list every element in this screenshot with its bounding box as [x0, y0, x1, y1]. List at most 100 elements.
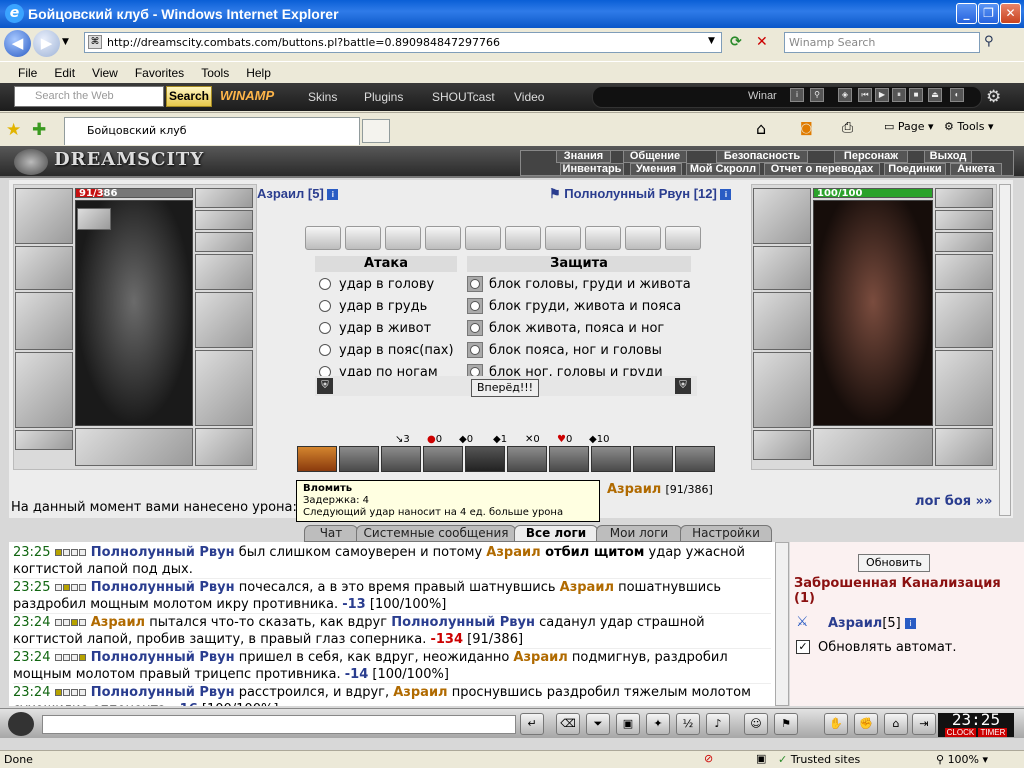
- tab-system[interactable]: Системные сообщения: [356, 525, 516, 542]
- defense-4[interactable]: блок пояса, ног и головы: [467, 340, 697, 360]
- amulet-slot[interactable]: [195, 188, 253, 208]
- attack-belly[interactable]: удар в живот: [319, 318, 469, 338]
- online-user[interactable]: Азраил[5] i: [828, 616, 916, 631]
- scroll-slot-4[interactable]: [425, 226, 461, 250]
- tools-menu[interactable]: ⚙ Tools ▾: [944, 120, 994, 133]
- leggings-slot[interactable]: [195, 350, 253, 426]
- defense-1[interactable]: блок головы, груди и живота: [467, 274, 697, 294]
- log-scrollbar[interactable]: [775, 542, 789, 706]
- smiley-icon[interactable]: ☺: [744, 713, 768, 735]
- winamp-menu-plugins[interactable]: Plugins: [364, 90, 403, 104]
- attack-belly-radio[interactable]: [319, 322, 331, 334]
- bracers-slot[interactable]: [15, 246, 73, 290]
- nav-skills[interactable]: Умения: [630, 163, 682, 176]
- search-icon[interactable]: ⚲: [984, 34, 1006, 52]
- enemy-amulet-slot[interactable]: [935, 188, 993, 208]
- skill-10[interactable]: [675, 446, 715, 472]
- hand-icon[interactable]: ✋: [824, 713, 848, 735]
- shop-icon[interactable]: ⌂: [884, 713, 908, 735]
- speaker-icon[interactable]: [8, 712, 34, 736]
- pause-icon[interactable]: ⏸: [892, 88, 906, 102]
- translit-icon[interactable]: ½: [676, 713, 700, 735]
- filter-icon[interactable]: ⏷: [586, 713, 610, 735]
- skill-1[interactable]: [297, 446, 337, 472]
- enemy-pocket-slots[interactable]: [813, 428, 933, 466]
- winamp-menu-shoutcast[interactable]: SHOUTcast: [432, 90, 495, 104]
- minimize-button[interactable]: _: [956, 3, 977, 24]
- boots-slot[interactable]: [195, 428, 253, 466]
- sound-icon[interactable]: ♪: [706, 713, 730, 735]
- address-bar[interactable]: http://dreamscity.combats.com/buttons.pl…: [84, 32, 722, 53]
- play-icon[interactable]: ▶: [875, 88, 889, 102]
- scroll-slot-2[interactable]: [345, 226, 381, 250]
- attack-head-radio[interactable]: [319, 278, 331, 290]
- eject-icon[interactable]: ⏏: [928, 88, 942, 102]
- nav-fights[interactable]: Поединки: [884, 163, 946, 176]
- nav-profile[interactable]: Анкета: [950, 163, 1002, 176]
- page-menu[interactable]: ▭ Page ▾: [884, 120, 934, 133]
- enemy-belt-slot[interactable]: [753, 430, 811, 460]
- nav-communication[interactable]: Общение: [623, 150, 687, 163]
- helmet-slot[interactable]: [15, 188, 73, 244]
- nav-character[interactable]: Персонаж: [834, 150, 908, 163]
- log-player-name[interactable]: Азраил: [393, 685, 447, 700]
- log-timestamp[interactable]: 23:25: [13, 580, 55, 595]
- log-player-name[interactable]: Азраил: [513, 650, 567, 665]
- rss-icon[interactable]: ◙: [800, 121, 813, 136]
- nav-security[interactable]: Безопасность: [716, 150, 808, 163]
- nav-inventory[interactable]: Инвентарь: [560, 163, 624, 176]
- online-user-info-icon[interactable]: i: [904, 618, 916, 629]
- log-player-name[interactable]: Полнолунный Рвун: [91, 580, 235, 595]
- player-name[interactable]: Азраил [5] i: [257, 186, 339, 201]
- volume-icon[interactable]: ◈: [838, 88, 852, 102]
- attack-chest-radio[interactable]: [319, 300, 331, 312]
- scroll-slot-6[interactable]: [505, 226, 541, 250]
- log-timestamp[interactable]: 23:25: [13, 545, 55, 560]
- armor-slot[interactable]: [15, 352, 73, 428]
- tab-all-logs[interactable]: Все логи: [514, 525, 598, 542]
- menu-help[interactable]: Help: [246, 66, 271, 80]
- back-button[interactable]: ◀: [4, 30, 31, 57]
- log-player-name[interactable]: Азраил: [91, 615, 145, 630]
- winamp-menu-skins[interactable]: Skins: [308, 90, 337, 104]
- close-button[interactable]: ✕: [1000, 3, 1021, 24]
- favorites-star-icon[interactable]: ★: [6, 120, 21, 140]
- content-scrollbar[interactable]: [999, 184, 1011, 516]
- eraser-icon[interactable]: ⌫: [556, 713, 580, 735]
- skill-3[interactable]: [381, 446, 421, 472]
- skill-6[interactable]: [507, 446, 547, 472]
- log-timestamp[interactable]: 23:24: [13, 650, 55, 665]
- battle-log-link[interactable]: лог боя »»: [915, 494, 992, 509]
- player-info-icon[interactable]: i: [327, 189, 339, 201]
- enemy-armor-slot[interactable]: [753, 352, 811, 428]
- new-tab-button[interactable]: [362, 119, 390, 143]
- skill-2[interactable]: [339, 446, 379, 472]
- earring-slot[interactable]: [195, 210, 253, 230]
- zoom-icon[interactable]: ⚲: [810, 88, 824, 102]
- add-favorite-icon[interactable]: ✚: [32, 120, 46, 140]
- address-dropdown-icon[interactable]: ▼: [708, 36, 715, 46]
- defense-4-radio[interactable]: [470, 345, 480, 355]
- enemy-bracers-slot[interactable]: [753, 246, 811, 290]
- nav-exit[interactable]: Выход: [924, 150, 972, 163]
- menu-view[interactable]: View: [92, 66, 118, 80]
- unarmed-icon[interactable]: ✊: [854, 713, 878, 735]
- forward-button[interactable]: ▶: [33, 30, 60, 57]
- defense-2[interactable]: блок груди, живота и пояса: [467, 296, 697, 316]
- send-icon[interactable]: ↵: [520, 713, 544, 735]
- log-player-name[interactable]: Полнолунный Рвун: [91, 685, 235, 700]
- enemy-name[interactable]: ⚑ Полнолунный Рвун [12] i: [549, 186, 732, 202]
- menu-tools[interactable]: Tools: [201, 66, 229, 80]
- menu-edit[interactable]: Edit: [54, 66, 75, 80]
- enemy-leggings-slot[interactable]: [935, 350, 993, 426]
- scroll-slot-8[interactable]: [585, 226, 621, 250]
- pocket-slots[interactable]: [75, 428, 193, 466]
- log-timestamp[interactable]: 23:24: [13, 685, 55, 700]
- auto-refresh-checkbox[interactable]: ✓: [796, 640, 810, 654]
- winamp-menu-video[interactable]: Video: [514, 90, 544, 104]
- defense-1-radio[interactable]: [470, 279, 480, 289]
- log-player-name[interactable]: Полнолунный Рвун: [391, 615, 535, 630]
- skill-4[interactable]: [423, 446, 463, 472]
- enemy-earring-slot[interactable]: [935, 210, 993, 230]
- defense-3[interactable]: блок живота, пояса и ног: [467, 318, 697, 338]
